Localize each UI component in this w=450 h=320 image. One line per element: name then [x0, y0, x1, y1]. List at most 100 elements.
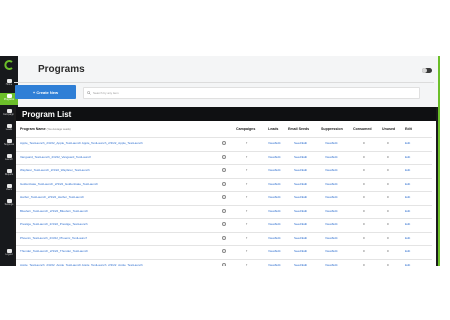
program-name-link[interactable]: Bluefern_TestLaunch_2/3/22_Bluefern_Test…	[20, 210, 88, 213]
consumed-count: 0	[363, 235, 365, 240]
chevron-right-icon[interactable]: ›	[246, 235, 247, 240]
toggle-knob	[422, 68, 427, 73]
seeds-link[interactable]: Seed/Edit	[294, 236, 307, 240]
column-header-unused: Unused	[382, 127, 396, 131]
seeds-link[interactable]: Seed/Edit	[294, 263, 307, 266]
clock-icon[interactable]	[222, 222, 226, 226]
table-row: Wayfarer_TestLaunch_2/3/22_Wayfarer_Test…	[16, 164, 432, 178]
program-name-link[interactable]: Apple_TestLaunch_2/3/22_Apple_TestLaunch…	[20, 264, 143, 267]
sidebar-item-label: Programs	[3, 98, 15, 101]
leads-link[interactable]: View/Edit	[268, 169, 280, 172]
seeds-link[interactable]: Seed/Edit	[294, 182, 307, 186]
suppression-link[interactable]: View/Edit	[325, 169, 337, 172]
clock-icon[interactable]	[222, 154, 226, 159]
clock-icon[interactable]	[222, 208, 226, 213]
leads-link[interactable]: View/Edit	[268, 250, 280, 253]
sidebar-item-label: Users	[5, 188, 13, 191]
program-name-link[interactable]: Wayfarer_TestLaunch_2/3/22_Wayfarer_Test…	[20, 169, 90, 172]
column-header-leads: Leads	[268, 127, 279, 131]
table-row: Thunder_TestLaunch_2/3/22_Thunder_TestLa…	[16, 245, 432, 259]
leads-link[interactable]: View/Edit	[268, 263, 280, 266]
column-header-email-seeds: Email Seeds	[288, 127, 310, 131]
suppression-link[interactable]: View/Edit	[325, 155, 337, 159]
program-name-link[interactable]: Apple_TestLaunch_2/3/22_Apple_TestLaunch…	[20, 142, 143, 145]
suppression-link[interactable]: View/Edit	[325, 209, 337, 213]
column-header-name-label: Program Name	[20, 127, 46, 131]
program-name-link[interactable]: Prestige_TestLaunch_2/3/22_Prestige_Test…	[20, 223, 88, 226]
edit-link[interactable]: Edit	[405, 209, 410, 213]
leads-link[interactable]: View/Edit	[268, 182, 280, 186]
leads-link[interactable]: View/Edit	[268, 209, 280, 213]
suppression-link[interactable]: View/Edit	[325, 142, 337, 145]
sidebar-item-label: Suppress	[3, 143, 15, 146]
clock-icon[interactable]	[222, 262, 226, 266]
table-row: Phoenix_TestLaunch_2/3/22_Phoenix_TestLa…	[16, 231, 432, 246]
edit-link[interactable]: Edit	[405, 250, 410, 253]
page-title: Programs	[38, 64, 85, 75]
chevron-right-icon[interactable]: ›	[246, 181, 247, 186]
suppression-link[interactable]: View/Edit	[325, 263, 337, 266]
seeds-link[interactable]: Seed/Edit	[294, 169, 307, 172]
create-new-button[interactable]: + Create New	[15, 85, 76, 99]
clock-icon[interactable]	[222, 168, 226, 172]
edit-link[interactable]: Edit	[405, 155, 410, 159]
chevron-right-icon[interactable]: ›	[246, 141, 247, 145]
leads-link[interactable]: View/Edit	[268, 196, 280, 199]
column-header-suppression: Suppression	[321, 127, 343, 131]
column-header-consumed: Consumed	[353, 127, 372, 131]
chevron-right-icon[interactable]: ›	[246, 168, 247, 172]
unused-count: 0	[387, 195, 389, 199]
program-name-link[interactable]: GoldenGate_TestLaunch_2/3/22_GoldenGate_…	[20, 183, 98, 186]
program-list-card: Program List Program Name (You Average L…	[14, 107, 438, 266]
theme-toggle[interactable]	[422, 68, 432, 73]
leads-link[interactable]: View/Edit	[268, 223, 280, 226]
program-name-link[interactable]: Phoenix_TestLaunch_2/3/22_Phoenix_TestLa…	[20, 237, 87, 240]
edit-link[interactable]: Edit	[405, 169, 410, 172]
seeds-link[interactable]: Seed/Edit	[294, 142, 307, 145]
seeds-link[interactable]: Seed/Edit	[294, 223, 307, 226]
program-list-title: Program List	[16, 107, 436, 121]
clock-icon[interactable]	[222, 181, 226, 186]
suppression-link[interactable]: View/Edit	[325, 223, 337, 226]
program-name-link[interactable]: Harbor_TestLaunch_2/3/22_Harbor_TestLaun…	[20, 196, 84, 199]
chevron-right-icon[interactable]: ›	[246, 262, 247, 266]
suppression-link[interactable]: View/Edit	[325, 250, 337, 253]
edit-link[interactable]: Edit	[405, 236, 410, 240]
chevron-right-icon[interactable]: ›	[246, 249, 247, 253]
chevron-right-icon[interactable]: ›	[246, 222, 247, 226]
unused-count: 0	[387, 168, 389, 172]
leads-link[interactable]: View/Edit	[268, 236, 280, 240]
leads-link[interactable]: View/Edit	[268, 155, 280, 159]
seeds-link[interactable]: Seed/Edit	[294, 209, 307, 213]
leads-link[interactable]: View/Edit	[268, 142, 280, 145]
seeds-link[interactable]: Seed/Edit	[294, 155, 307, 159]
clock-icon[interactable]	[222, 141, 226, 145]
clock-icon[interactable]	[222, 249, 226, 253]
suppression-link[interactable]: View/Edit	[325, 182, 337, 186]
edit-link[interactable]: Edit	[405, 182, 410, 186]
consumed-count: 0	[363, 262, 365, 266]
consumed-count: 0	[363, 195, 365, 199]
edit-link[interactable]: Edit	[405, 223, 410, 226]
suppression-link[interactable]: View/Edit	[325, 196, 337, 199]
unused-count: 0	[387, 262, 389, 266]
scrollbar[interactable]	[438, 56, 440, 266]
search-box	[83, 87, 420, 99]
edit-link[interactable]: Edit	[405, 196, 410, 199]
program-name-link[interactable]: Vanguard_TestLaunch_2/3/22_Vanguard_Test…	[20, 156, 91, 159]
table-header: Program Name (You Average Leads) Campaig…	[16, 127, 432, 135]
table-row: Bluefern_TestLaunch_2/3/22_Bluefern_Test…	[16, 204, 432, 219]
program-name-link[interactable]: Thunder_TestLaunch_2/3/22_Thunder_TestLa…	[20, 250, 88, 253]
seeds-link[interactable]: Seed/Edit	[294, 250, 307, 253]
chevron-right-icon[interactable]: ›	[246, 195, 247, 199]
clock-icon[interactable]	[222, 195, 226, 199]
chevron-right-icon[interactable]: ›	[246, 208, 247, 213]
chevron-right-icon[interactable]: ›	[246, 154, 247, 159]
search-input[interactable]	[91, 89, 393, 97]
table-row: GoldenGate_TestLaunch_2/3/22_GoldenGate_…	[16, 177, 432, 192]
clock-icon[interactable]	[222, 235, 226, 240]
seeds-link[interactable]: Seed/Edit	[294, 196, 307, 199]
suppression-link[interactable]: View/Edit	[325, 236, 337, 240]
edit-link[interactable]: Edit	[405, 142, 410, 145]
edit-link[interactable]: Edit	[405, 263, 410, 266]
